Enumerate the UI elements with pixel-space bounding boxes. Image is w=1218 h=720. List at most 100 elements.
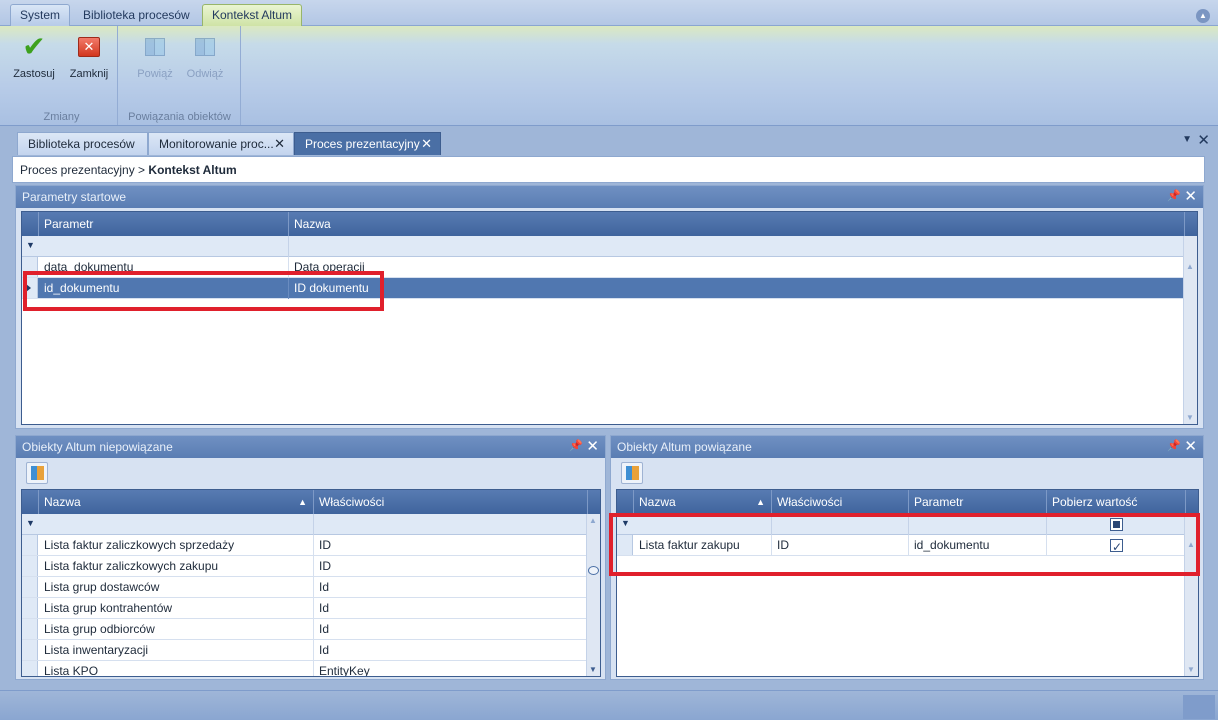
filter-row[interactable]: ▼ [22, 236, 1197, 257]
link-button[interactable]: Powiąż [129, 34, 181, 80]
unlinked-objects-grid: Nazwa ▲ Właściwości ▼ Lista faktur zalicz… [21, 489, 601, 677]
tab-monitorowanie[interactable]: Monitorowanie proc... ✕ [148, 132, 294, 155]
start-params-panel: Parametry startowe 📌 ✕ Parametr Nazwa ▼ … [15, 185, 1204, 429]
column-header-wlasciwosci[interactable]: Właściwości [772, 490, 909, 514]
cell-nazwa: ID dokumentu [294, 281, 369, 295]
table-row[interactable]: Lista grup dostawców Id [22, 577, 588, 598]
ribbon: ✔ Zastosuj ✕ Zamknij Zmiany Powiąż Odwią… [0, 26, 1218, 126]
unlink-icon [193, 36, 217, 58]
column-header-pobierz-wartosc[interactable]: Pobierz wartość [1047, 490, 1186, 514]
scroll-up-icon[interactable]: ▲ [1186, 262, 1194, 271]
close-icon[interactable]: ✕ [1184, 187, 1197, 205]
unlink-object-button[interactable] [621, 462, 643, 484]
filter-row[interactable]: ▼ [617, 514, 1198, 535]
close-icon[interactable]: ✕ [274, 133, 285, 155]
grid-header: Nazwa ▲ Właściwości Parametr Pobierz wart… [617, 490, 1198, 514]
ribbon-group-changes: ✔ Zastosuj ✕ Zamknij Zmiany [6, 26, 118, 125]
table-row[interactable]: id_dokumentu ID dokumentu [22, 278, 1185, 299]
ribbon-tab-kontekst-altum[interactable]: Kontekst Altum [202, 4, 303, 26]
breadcrumb-path: Proces prezentacyjny > [20, 163, 146, 177]
column-header-nazwa[interactable]: Nazwa ▲ [634, 490, 772, 514]
close-icon[interactable]: ✕ [421, 133, 432, 155]
document-tab-bar: Biblioteka procesów Monitorowanie proc..… [0, 126, 1218, 156]
cell-wlasciwosci: ID [772, 535, 909, 556]
close-icon[interactable]: ✕ [1184, 437, 1197, 455]
scroll-down-icon[interactable]: ▼ [589, 665, 597, 674]
linked-objects-grid: Nazwa ▲ Właściwości Parametr Pobierz wart… [616, 489, 1199, 677]
grid-header: Nazwa ▲ Właściwości [22, 490, 600, 514]
filter-row[interactable]: ▼ [22, 514, 600, 535]
column-header-parametr[interactable]: Parametr [909, 490, 1047, 514]
filter-checkbox[interactable] [1110, 518, 1123, 531]
sort-ascending-icon: ▲ [756, 497, 765, 507]
table-row[interactable]: Lista KPO EntityKey [22, 661, 588, 676]
column-header-nazwa[interactable]: Nazwa [289, 212, 1185, 236]
link-object-button[interactable] [26, 462, 48, 484]
vertical-scrollbar[interactable]: ▲ ▼ [1184, 514, 1198, 676]
scroll-up-icon[interactable]: ▲ [1187, 540, 1195, 549]
pin-icon[interactable]: 📌 [569, 439, 583, 452]
table-row[interactable]: Lista faktur zaliczkowych sprzedaży ID [22, 535, 588, 556]
panel-title: Parametry startowe [22, 190, 127, 204]
sort-ascending-icon: ▲ [298, 497, 307, 507]
tab-proces-prezentacyjny[interactable]: Proces prezentacyjny ✕ [294, 132, 441, 155]
linked-objects-panel: Obiekty Altum powiązane 📌 ✕ Nazwa ▲ Właśc… [610, 435, 1204, 680]
unlink-button-label: Odwiąż [186, 68, 224, 80]
breadcrumb-current: Kontekst Altum [148, 163, 237, 177]
pin-icon[interactable]: 📌 [1167, 189, 1181, 202]
tab-label: Proces prezentacyjny [305, 137, 420, 151]
vertical-scrollbar[interactable]: ▲ ▼ [586, 514, 600, 676]
close-icon[interactable]: ✕ [1197, 131, 1210, 149]
ribbon-group-links: Powiąż Odwiąż Powiązania obiektów [119, 26, 241, 125]
ribbon-collapse-icon[interactable]: ▲ [1196, 9, 1210, 23]
ribbon-group-label: Zmiany [43, 111, 80, 123]
pin-icon[interactable]: 📌 [1167, 439, 1181, 452]
table-row[interactable]: data_dokumentu Data operacji [22, 257, 1185, 278]
scroll-down-icon[interactable]: ▼ [1187, 665, 1195, 674]
close-button-label: Zamknij [69, 68, 109, 80]
tab-label: Monitorowanie proc... [159, 137, 274, 151]
close-icon[interactable]: ✕ [586, 437, 599, 455]
apply-button-label: Zastosuj [13, 68, 55, 80]
fetch-value-checkbox[interactable] [1110, 537, 1123, 558]
ribbon-group-label: Powiązania obiektów [128, 111, 231, 123]
table-row[interactable]: Lista faktur zaliczkowych zakupu ID [22, 556, 588, 577]
scroll-down-icon[interactable]: ▼ [1186, 413, 1194, 422]
filter-icon: ▼ [26, 518, 35, 528]
table-row[interactable]: Lista grup kontrahentów Id [22, 598, 588, 619]
tab-biblioteka-procesow[interactable]: Biblioteka procesów [17, 132, 148, 155]
cell-parametr: id_dokumentu [909, 535, 1047, 556]
table-row[interactable]: Lista faktur zakupu ID id_dokumentu [617, 535, 1186, 558]
link-icon [143, 36, 167, 58]
ribbon-tab-strip: System Biblioteka procesów Kontekst Altu… [0, 0, 1218, 26]
panel-header: Obiekty Altum powiązane 📌 ✕ [611, 436, 1203, 458]
column-header-parametr[interactable]: Parametr [39, 212, 289, 236]
scroll-up-icon[interactable]: ▲ [589, 516, 597, 525]
cell-nazwa: Data operacji [294, 260, 365, 274]
panel-header: Parametry startowe 📌 ✕ [16, 186, 1203, 208]
unlinked-objects-panel: Obiekty Altum niepowiązane 📌 ✕ Nazwa ▲ Wł… [15, 435, 606, 680]
tab-list-dropdown-icon[interactable]: ▼ [1182, 134, 1192, 145]
ribbon-tab-biblioteka[interactable]: Biblioteka procesów [73, 4, 200, 26]
cell-parametr: id_dokumentu [39, 278, 289, 299]
tab-label: Biblioteka procesów [28, 137, 135, 151]
status-bar [0, 690, 1218, 720]
vertical-scrollbar[interactable]: ▲ ▼ [1183, 236, 1197, 424]
link-button-label: Powiąż [137, 68, 173, 80]
apply-button[interactable]: ✔ Zastosuj [8, 33, 60, 81]
resize-grip-icon[interactable] [1183, 695, 1215, 719]
close-icon: ✕ [78, 37, 100, 57]
cell-nazwa: Lista faktur zakupu [634, 535, 772, 556]
unlink-button[interactable]: Odwiąż [179, 34, 231, 80]
filter-icon: ▼ [621, 518, 630, 528]
grid-header: Parametr Nazwa [22, 212, 1197, 236]
cell-parametr: data_dokumentu [39, 257, 289, 278]
column-header-nazwa[interactable]: Nazwa ▲ [39, 490, 314, 514]
column-header-wlasciwosci[interactable]: Właściwości [314, 490, 588, 514]
table-row[interactable]: Lista grup odbiorców Id [22, 619, 588, 640]
table-row[interactable]: Lista inwentaryzacji Id [22, 640, 588, 661]
close-button[interactable]: ✕ Zamknij [63, 34, 115, 80]
ribbon-tab-system[interactable]: System [10, 4, 71, 26]
scroll-thumb[interactable] [588, 566, 599, 575]
panel-header: Obiekty Altum niepowiązane 📌 ✕ [16, 436, 605, 458]
